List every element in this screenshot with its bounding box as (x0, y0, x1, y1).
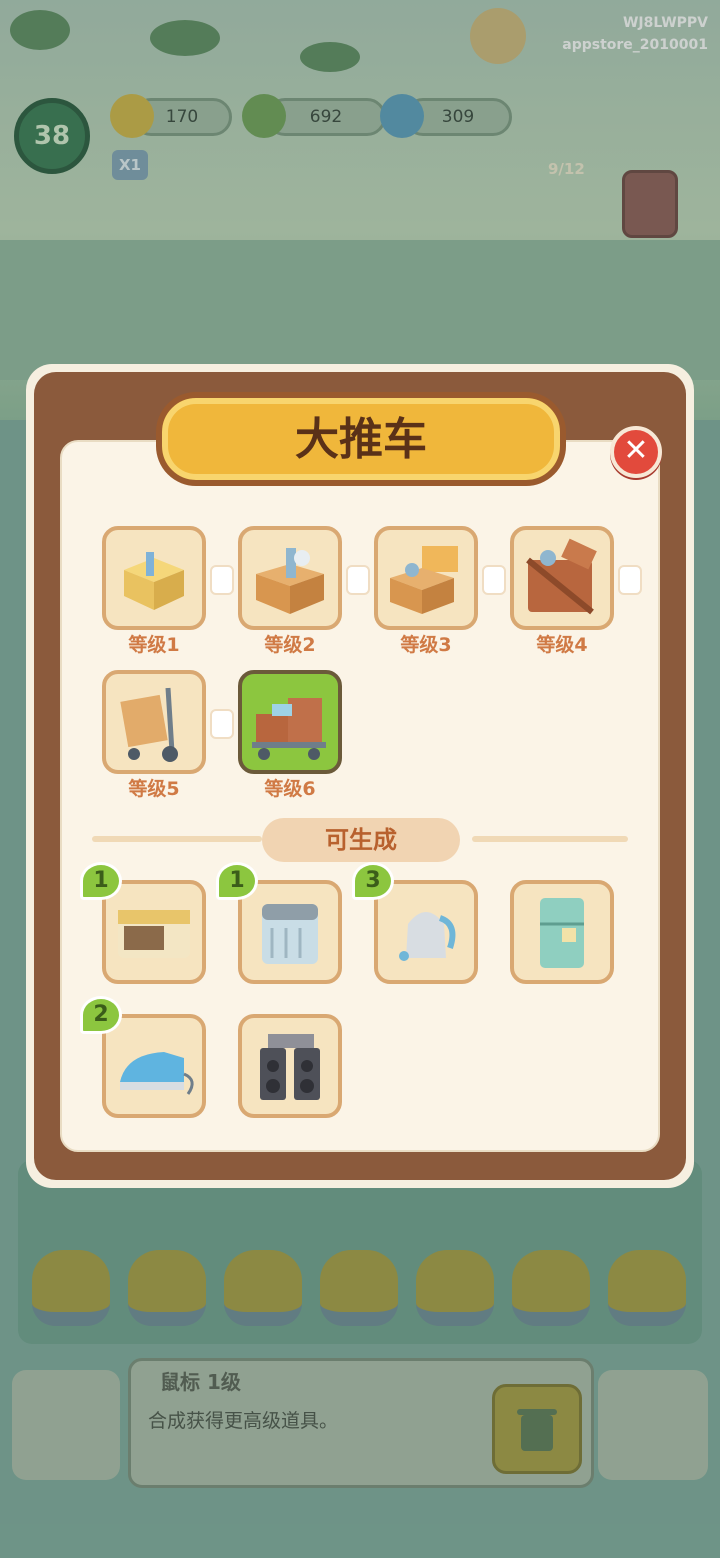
chain-arrow (210, 709, 234, 739)
iron-icon (120, 1052, 194, 1095)
produce-tile[interactable] (510, 880, 614, 984)
produce-tile[interactable] (102, 880, 206, 984)
produce-tile[interactable] (374, 880, 478, 984)
close-button[interactable]: ✕ (610, 426, 662, 478)
quantity-badge: 2 (80, 996, 122, 1034)
chain-tile-level-4[interactable] (510, 526, 614, 630)
chain-tile-level-6[interactable] (238, 670, 342, 774)
washing-machine-icon (262, 904, 318, 964)
divider-line (472, 836, 628, 842)
speaker-icon (260, 1034, 320, 1100)
chain-label-5: 等级5 (128, 778, 180, 800)
open-box-icon (124, 552, 184, 610)
modal-title: 大推车 (295, 414, 427, 465)
produce-tile[interactable] (238, 880, 342, 984)
produces-heading: 可生成 (262, 818, 460, 862)
chain-tile-level-3[interactable] (374, 526, 478, 630)
quantity-badge: 1 (80, 862, 122, 900)
stacked-boxes-icon (390, 546, 458, 614)
quantity-badge: 3 (352, 862, 394, 900)
chain-label-1: 等级1 (128, 634, 180, 656)
produce-tile[interactable] (102, 1014, 206, 1118)
cart-with-boxes-icon (252, 698, 326, 760)
chain-arrow (482, 565, 506, 595)
microwave-icon (118, 910, 190, 958)
quantity-badge: 1 (216, 862, 258, 900)
chain-arrow (346, 565, 370, 595)
chain-label-4: 等级4 (536, 634, 588, 656)
produce-tile[interactable] (238, 1014, 342, 1118)
divider-line (92, 836, 262, 842)
chain-tile-level-2[interactable] (238, 526, 342, 630)
chain-label-2: 等级2 (264, 634, 316, 656)
wooden-crate-icon (526, 538, 597, 615)
close-icon: ✕ (623, 433, 649, 468)
kettle-icon (399, 912, 456, 961)
chain-tile-level-5[interactable] (102, 670, 206, 774)
chain-arrow (618, 565, 642, 595)
hand-truck-icon (120, 687, 178, 762)
chain-label-6: 等级6 (264, 778, 316, 800)
cardboard-box-icon (256, 548, 324, 614)
chain-label-3: 等级3 (400, 634, 452, 656)
chain-tile-level-1[interactable] (102, 526, 206, 630)
chain-arrow (210, 565, 234, 595)
refrigerator-icon (540, 898, 584, 968)
